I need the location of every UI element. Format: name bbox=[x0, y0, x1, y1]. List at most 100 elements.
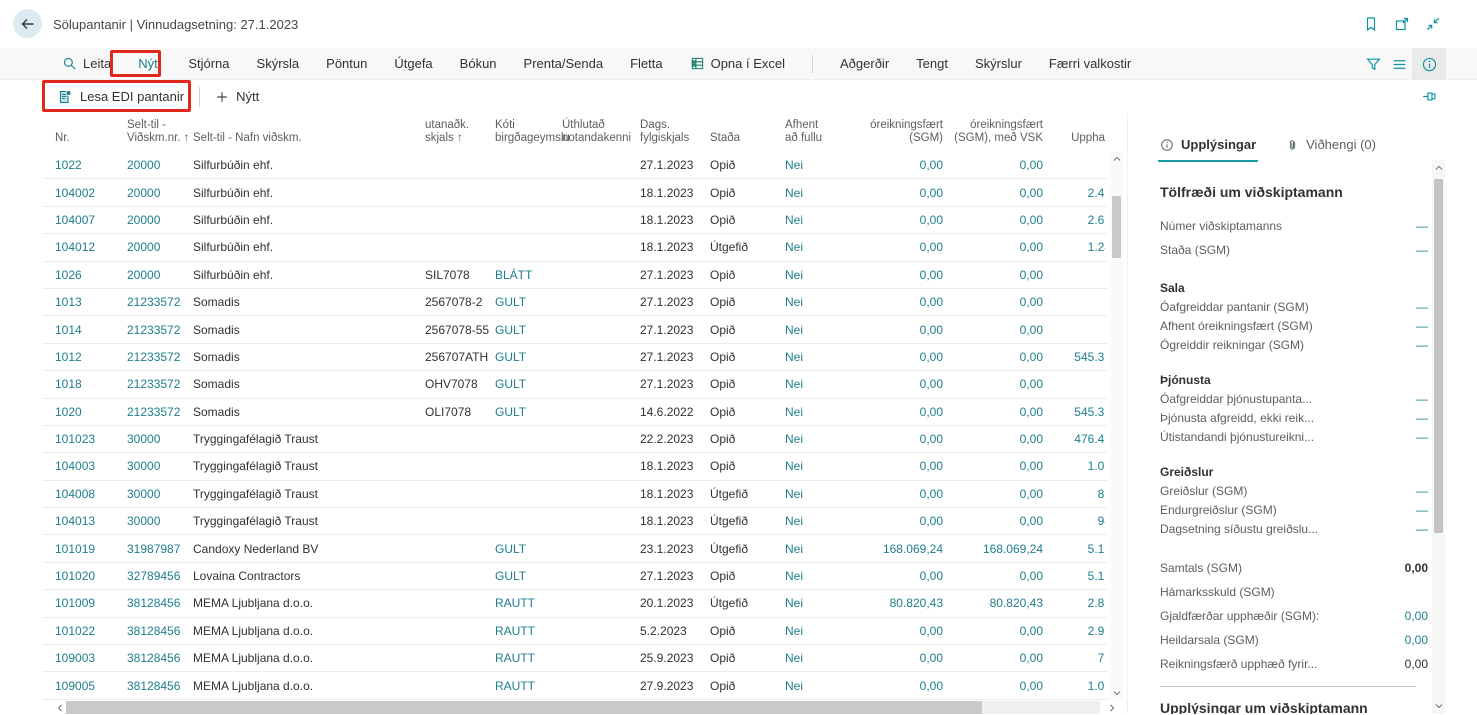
cell-sell_to_no[interactable]: 38128456 bbox=[127, 596, 193, 610]
cell-uninvoiced_sgm_vat[interactable]: 0,00 bbox=[943, 432, 1043, 446]
cell-sell_to_no[interactable]: 30000 bbox=[127, 459, 193, 473]
column-header-doc_date[interactable]: Dags.fylgiskjals bbox=[640, 113, 710, 152]
cell-amount[interactable]: 94 bbox=[1043, 508, 1105, 534]
new-button[interactable]: Nýtt bbox=[215, 89, 259, 104]
cell-location_code[interactable]: RAUTT bbox=[495, 651, 562, 665]
cell-sell_to_no[interactable]: 38128456 bbox=[127, 624, 193, 638]
column-header-sell_to_name[interactable]: Selt-til - Nafn viðskm. bbox=[193, 113, 425, 152]
cell-uninvoiced_sgm[interactable]: 0,00 bbox=[843, 268, 943, 282]
table-row[interactable]: 10400830000Tryggingafélagið Traust18.1.2… bbox=[43, 481, 1108, 508]
cell-nr[interactable]: 101009 bbox=[55, 596, 127, 610]
cell-fully_shipped[interactable]: Nei bbox=[785, 514, 843, 528]
cell-uninvoiced_sgm_vat[interactable]: 0,00 bbox=[943, 514, 1043, 528]
table-row[interactable]: 10900538128456MEMA Ljubljana d.o.o.RAUTT… bbox=[43, 672, 1108, 699]
menu-item-stj-rna[interactable]: Stjórna bbox=[188, 48, 229, 79]
cell-uninvoiced_sgm_vat[interactable]: 0,00 bbox=[943, 240, 1043, 254]
cell-sell_to_no[interactable]: 30000 bbox=[127, 514, 193, 528]
cell-fully_shipped[interactable]: Nei bbox=[785, 596, 843, 610]
cell-nr[interactable]: 109003 bbox=[55, 651, 127, 665]
factbox-field-value[interactable]: — bbox=[1416, 503, 1428, 517]
filter-icon[interactable] bbox=[1360, 48, 1386, 80]
table-vertical-scrollbar[interactable] bbox=[1110, 152, 1123, 700]
table-row[interactable]: 101821233572SomadisOHV7078GULT27.1.2023O… bbox=[43, 371, 1108, 398]
cell-amount[interactable]: 2.63 bbox=[1043, 207, 1105, 233]
cell-fully_shipped[interactable]: Nei bbox=[785, 651, 843, 665]
cell-location_code[interactable]: RAUTT bbox=[495, 624, 562, 638]
cell-sell_to_no[interactable]: 20000 bbox=[127, 268, 193, 282]
cell-sell_to_no[interactable]: 20000 bbox=[127, 158, 193, 172]
info-pane-toggle-icon[interactable] bbox=[1412, 48, 1446, 80]
factbox-tab-uppl-singar[interactable]: Upplýsingar bbox=[1160, 137, 1256, 162]
scrollbar-thumb[interactable] bbox=[66, 701, 982, 714]
column-header-amount[interactable]: Uppha bbox=[1043, 113, 1105, 152]
cell-sell_to_no[interactable]: 30000 bbox=[127, 432, 193, 446]
menu-item-prenta-senda[interactable]: Prenta/Senda bbox=[524, 48, 604, 79]
cell-nr[interactable]: 1026 bbox=[55, 268, 127, 282]
cell-uninvoiced_sgm_vat[interactable]: 0,00 bbox=[943, 295, 1043, 309]
cell-location_code[interactable]: GULT bbox=[495, 350, 562, 364]
lesa-edi-pantanir-button[interactable]: Lesa EDI pantanir bbox=[57, 89, 184, 105]
cell-nr[interactable]: 1014 bbox=[55, 323, 127, 337]
cell-fully_shipped[interactable]: Nei bbox=[785, 377, 843, 391]
cell-fully_shipped[interactable]: Nei bbox=[785, 268, 843, 282]
cell-sell_to_no[interactable]: 20000 bbox=[127, 186, 193, 200]
cell-sell_to_no[interactable]: 32789456 bbox=[127, 569, 193, 583]
menu-item-p-ntun[interactable]: Pöntun bbox=[326, 48, 367, 79]
cell-uninvoiced_sgm[interactable]: 0,00 bbox=[843, 487, 943, 501]
cell-uninvoiced_sgm[interactable]: 0,00 bbox=[843, 186, 943, 200]
cell-sell_to_no[interactable]: 20000 bbox=[127, 213, 193, 227]
cell-uninvoiced_sgm[interactable]: 0,00 bbox=[843, 240, 943, 254]
cell-fully_shipped[interactable]: Nei bbox=[785, 679, 843, 693]
column-header-sell_to_no[interactable]: Selt-til -Viðskm.nr. ↑ bbox=[127, 113, 193, 152]
collapse-icon[interactable] bbox=[1424, 15, 1442, 33]
table-row[interactable]: 10101931987987Candoxy Nederland BVGULT23… bbox=[43, 535, 1108, 562]
cell-sell_to_no[interactable]: 21233572 bbox=[127, 377, 193, 391]
scroll-up-arrow[interactable] bbox=[1110, 152, 1123, 166]
column-header-location_code[interactable]: Kótibirgðageymslu bbox=[495, 113, 562, 152]
menu-item-fletta[interactable]: Fletta bbox=[630, 48, 663, 79]
cell-uninvoiced_sgm[interactable]: 0,00 bbox=[843, 158, 943, 172]
cell-amount[interactable]: 5.17 bbox=[1043, 535, 1105, 561]
cell-sell_to_no[interactable]: 21233572 bbox=[127, 350, 193, 364]
cell-uninvoiced_sgm_vat[interactable]: 0,00 bbox=[943, 158, 1043, 172]
cell-location_code[interactable]: RAUTT bbox=[495, 596, 562, 610]
cell-amount[interactable]: 88 bbox=[1043, 481, 1105, 507]
cell-uninvoiced_sgm_vat[interactable]: 168.069,24 bbox=[943, 542, 1043, 556]
factbox-vertical-scrollbar[interactable] bbox=[1432, 160, 1445, 714]
cell-uninvoiced_sgm_vat[interactable]: 0,00 bbox=[943, 679, 1043, 693]
cell-uninvoiced_sgm_vat[interactable]: 0,00 bbox=[943, 405, 1043, 419]
cell-nr[interactable]: 101023 bbox=[55, 432, 127, 446]
cell-uninvoiced_sgm[interactable]: 0,00 bbox=[843, 624, 943, 638]
menu-item-tengt[interactable]: Tengt bbox=[916, 48, 948, 79]
cell-fully_shipped[interactable]: Nei bbox=[785, 569, 843, 583]
cell-fully_shipped[interactable]: Nei bbox=[785, 459, 843, 473]
cell-amount[interactable]: 2.88 bbox=[1043, 590, 1105, 616]
cell-amount[interactable]: 545.32 bbox=[1043, 344, 1105, 370]
cell-uninvoiced_sgm[interactable]: 0,00 bbox=[843, 432, 943, 446]
factbox-field-value[interactable]: 0,00 bbox=[1405, 609, 1428, 623]
cell-uninvoiced_sgm[interactable]: 0,00 bbox=[843, 569, 943, 583]
table-horizontal-scrollbar[interactable] bbox=[43, 701, 1118, 714]
cell-uninvoiced_sgm_vat[interactable]: 0,00 bbox=[943, 186, 1043, 200]
table-row[interactable]: 10401330000Tryggingafélagið Traust18.1.2… bbox=[43, 508, 1108, 535]
cell-sell_to_no[interactable]: 20000 bbox=[127, 240, 193, 254]
cell-nr[interactable]: 1018 bbox=[55, 377, 127, 391]
cell-amount[interactable]: 73 bbox=[1043, 645, 1105, 671]
cell-nr[interactable]: 104007 bbox=[55, 213, 127, 227]
list-view-icon[interactable] bbox=[1386, 48, 1412, 80]
factbox-field-value[interactable]: — bbox=[1416, 338, 1428, 352]
cell-fully_shipped[interactable]: Nei bbox=[785, 213, 843, 227]
cell-nr[interactable]: 104002 bbox=[55, 186, 127, 200]
scrollbar-thumb[interactable] bbox=[1112, 196, 1121, 258]
table-row[interactable]: 10400220000Silfurbúðin ehf.18.1.2023Opið… bbox=[43, 179, 1108, 206]
cell-amount[interactable]: 2.45 bbox=[1043, 179, 1105, 205]
scroll-right-arrow[interactable] bbox=[1105, 701, 1118, 715]
cell-uninvoiced_sgm_vat[interactable]: 0,00 bbox=[943, 323, 1043, 337]
cell-uninvoiced_sgm_vat[interactable]: 0,00 bbox=[943, 350, 1043, 364]
cell-uninvoiced_sgm[interactable]: 0,00 bbox=[843, 514, 943, 528]
cell-fully_shipped[interactable]: Nei bbox=[785, 240, 843, 254]
cell-nr[interactable]: 1012 bbox=[55, 350, 127, 364]
factbox-tab-vi-hengi-0-[interactable]: Viðhengi (0) bbox=[1286, 137, 1376, 162]
cell-fully_shipped[interactable]: Nei bbox=[785, 542, 843, 556]
cell-fully_shipped[interactable]: Nei bbox=[785, 350, 843, 364]
